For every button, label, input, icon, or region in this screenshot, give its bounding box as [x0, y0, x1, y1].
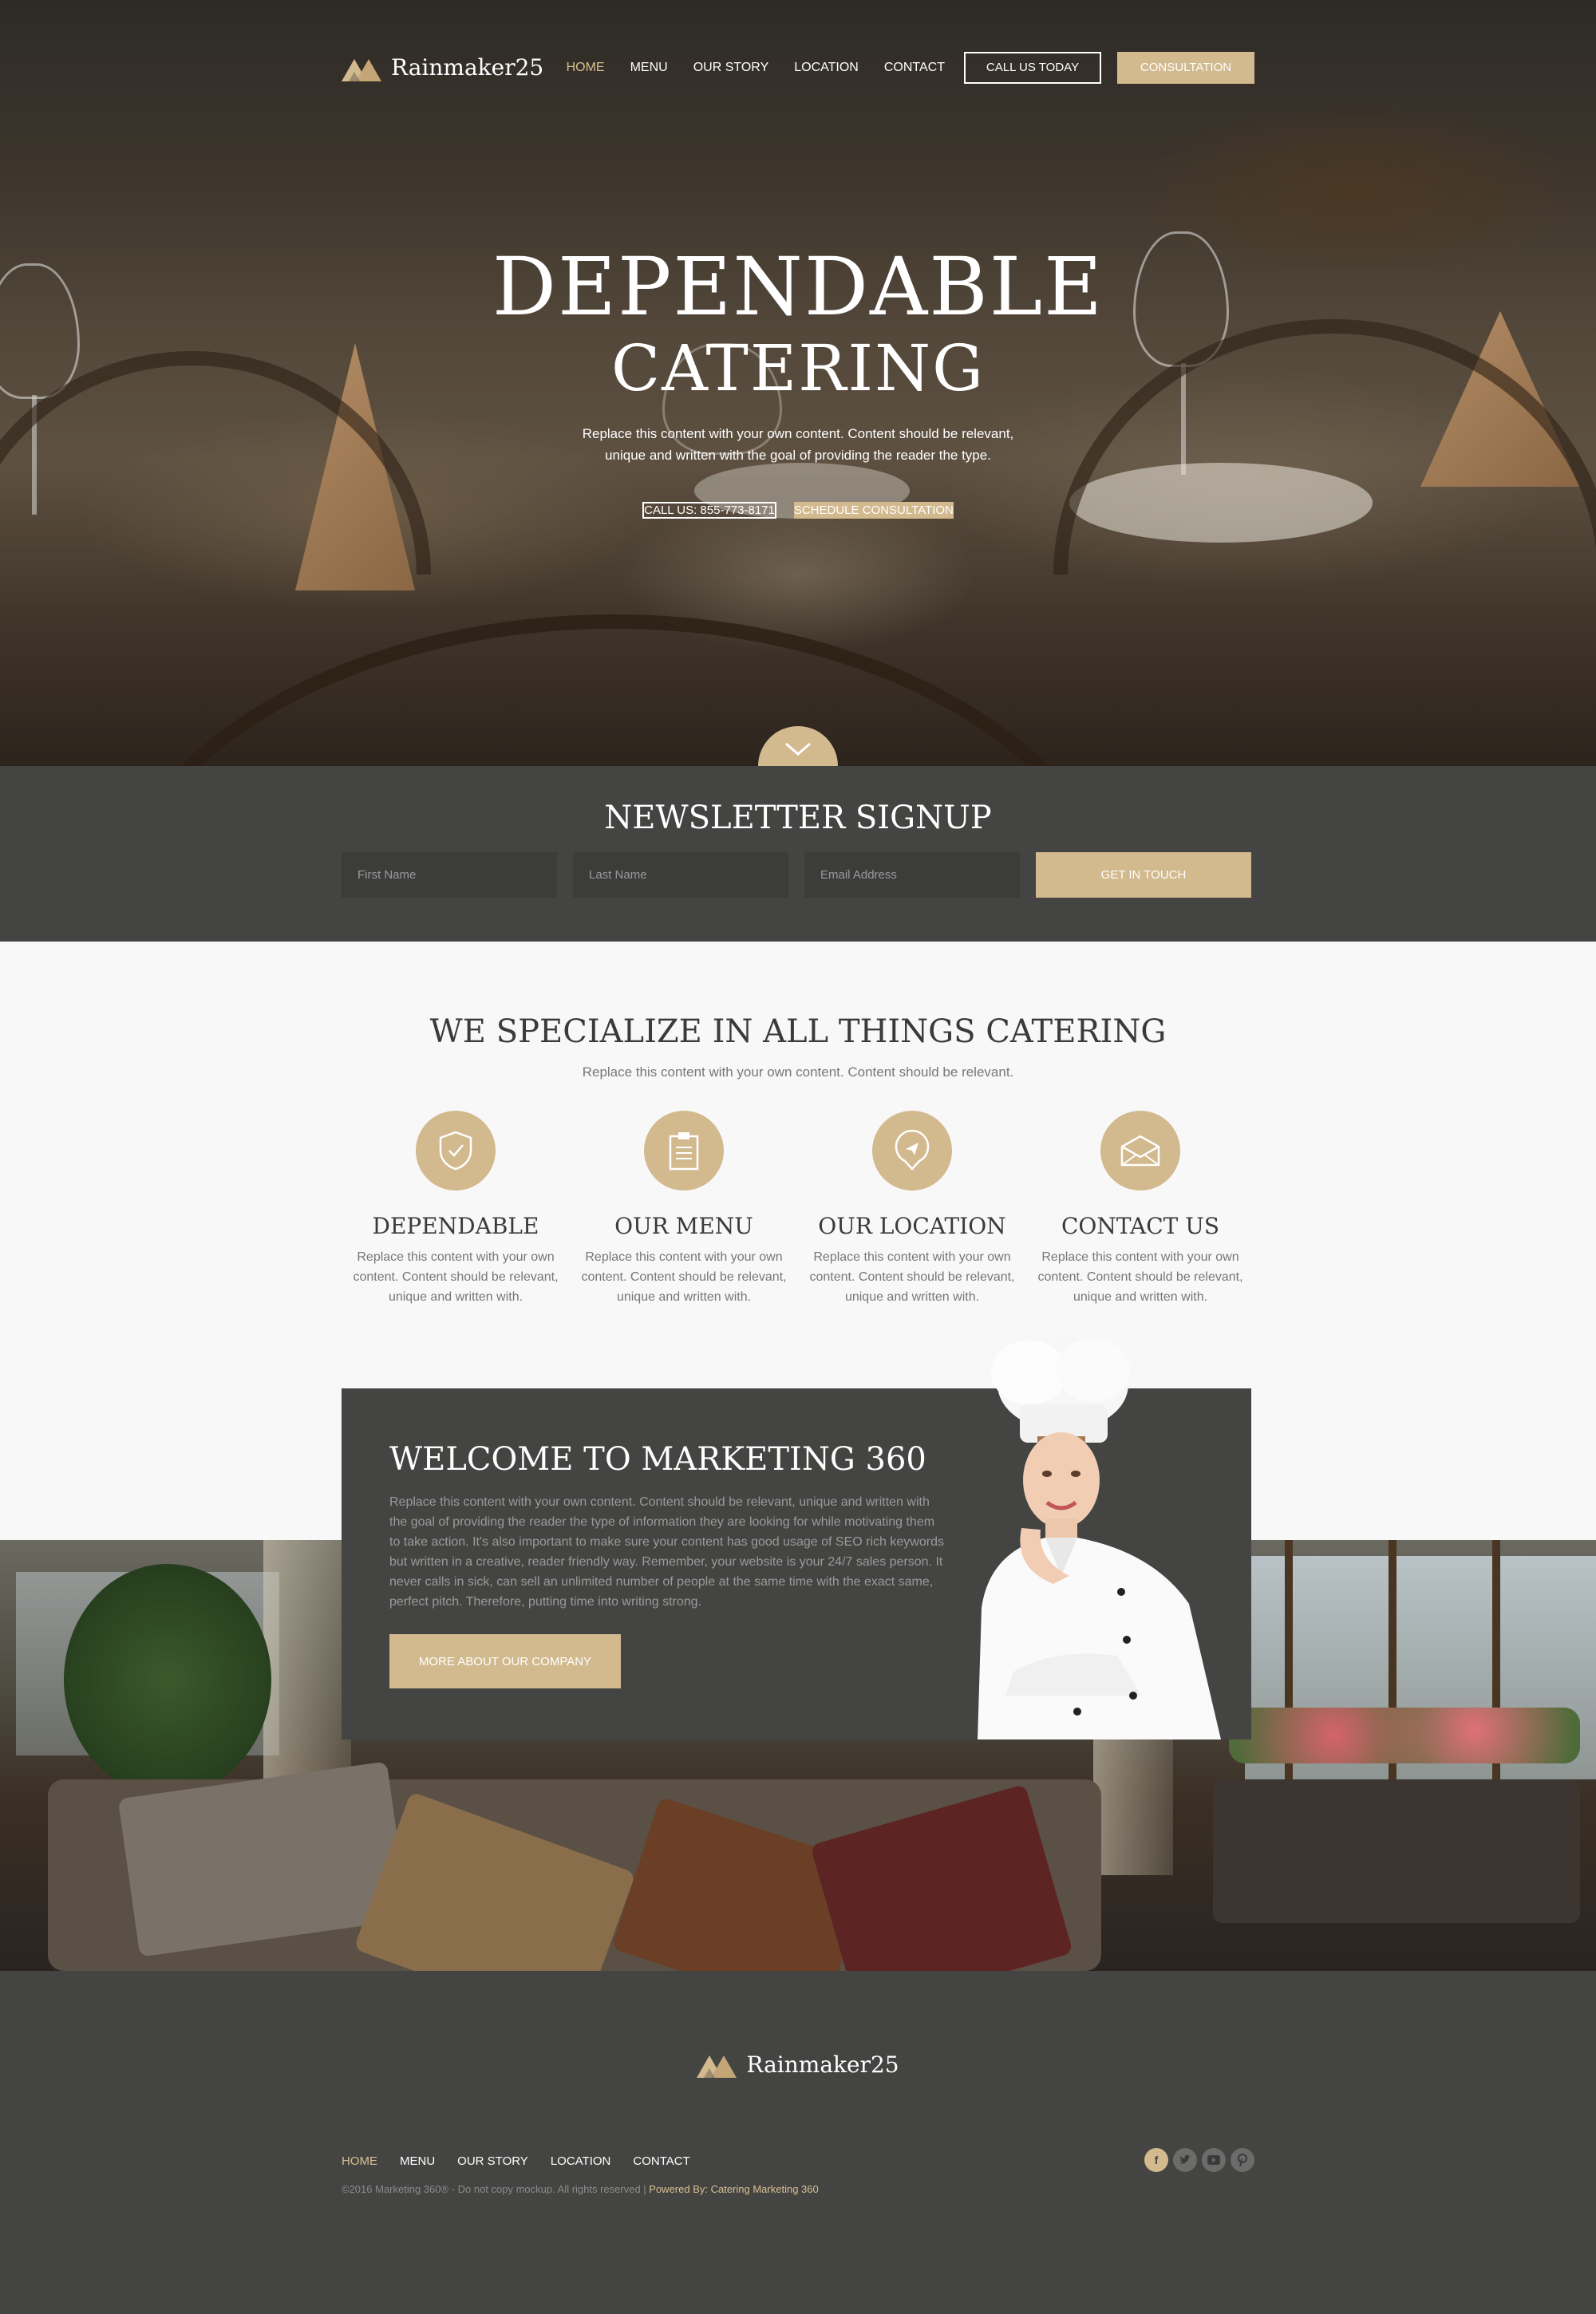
brand-name: Rainmaker25: [391, 54, 544, 81]
newsletter-section: NEWSLETTER SIGNUP First Name Last Name E…: [0, 766, 1596, 942]
copyright-label: ©2016 Marketing 360® - Do not copy mocku…: [342, 2183, 650, 2195]
hero-section: Rainmaker25 HOME MENU OUR STORY LOCATION…: [0, 0, 1596, 766]
footer-nav-contact[interactable]: CONTACT: [633, 2154, 689, 2168]
footer-brand-logo[interactable]: Rainmaker25: [697, 2051, 899, 2078]
envelope-icon: [1100, 1111, 1180, 1191]
newsletter-title: NEWSLETTER SIGNUP: [604, 800, 992, 836]
welcome-title: WELCOME TO MARKETING 360: [389, 1441, 926, 1478]
nav-item-location[interactable]: LOCATION: [794, 61, 859, 75]
email-field[interactable]: Email Address: [804, 852, 1020, 898]
feature-dependable: DEPENDABLE Replace this content with you…: [342, 1111, 570, 1307]
shield-icon: [416, 1111, 496, 1191]
facebook-icon[interactable]: f: [1144, 2148, 1168, 2172]
top-navigation: Rainmaker25 HOME MENU OUR STORY LOCATION…: [342, 49, 1254, 85]
footer-logo: Rainmaker25: [0, 2051, 1596, 2078]
powered-by-link[interactable]: Powered By: Catering Marketing 360: [649, 2183, 818, 2195]
call-us-phone-button[interactable]: CALL US: 855-773-8171: [642, 502, 776, 519]
specialize-subtitle: Replace this content with your own conte…: [582, 1064, 1014, 1080]
feature-our-location: OUR LOCATION Replace this content with y…: [798, 1111, 1026, 1307]
nav-item-contact[interactable]: CONTACT: [884, 61, 945, 75]
brand-logo[interactable]: Rainmaker25: [342, 54, 543, 81]
clipboard-icon: [644, 1111, 724, 1191]
feature-our-menu: OUR MENU Replace this content with your …: [570, 1111, 798, 1307]
feature-title: OUR MENU: [614, 1213, 753, 1239]
nav-item-home[interactable]: HOME: [567, 61, 605, 75]
footer-nav-our-story[interactable]: OUR STORY: [457, 2154, 528, 2168]
logo-mark-icon: [697, 2051, 741, 2078]
nav-links: HOME MENU OUR STORY LOCATION CONTACT: [567, 61, 945, 75]
last-name-field[interactable]: Last Name: [573, 852, 788, 898]
chevron-down-icon: [784, 742, 812, 766]
nav-item-our-story[interactable]: OUR STORY: [693, 61, 769, 75]
specialize-title: WE SPECIALIZE IN ALL THINGS CATERING: [429, 1013, 1167, 1050]
hero-text: Replace this content with your own conte…: [582, 426, 1014, 463]
hero-title-line2: CATERING: [610, 331, 986, 405]
hero-content: DEPENDABLE CATERING Replace this content…: [0, 247, 1596, 519]
footer: Rainmaker25 HOME MENU OUR STORY LOCATION…: [0, 1971, 1596, 2314]
feature-text: Replace this content with your own conte…: [353, 1250, 559, 1304]
feature-title: DEPENDABLE: [372, 1213, 539, 1239]
consultation-button[interactable]: CONSULTATION: [1117, 51, 1254, 84]
pinterest-icon[interactable]: [1231, 2148, 1254, 2172]
feature-title: CONTACT US: [1061, 1213, 1220, 1239]
plant-image: [64, 1564, 271, 1795]
flower-box-image: [1229, 1708, 1580, 1763]
nav-item-menu[interactable]: MENU: [630, 61, 668, 75]
feature-title: OUR LOCATION: [818, 1213, 1006, 1239]
feature-text: Replace this content with your own conte…: [809, 1250, 1015, 1304]
hero-buttons: CALL US: 855-773-8171 SCHEDULE CONSULTAT…: [0, 502, 1596, 519]
chair-image: [1213, 1779, 1580, 1923]
youtube-icon[interactable]: [1202, 2148, 1226, 2172]
footer-nav: HOME MENU OUR STORY LOCATION CONTACT: [342, 2154, 690, 2168]
hero-title-line1: DEPENDABLE: [492, 240, 1104, 334]
copyright-text: ©2016 Marketing 360® - Do not copy mocku…: [342, 2183, 819, 2195]
footer-nav-menu[interactable]: MENU: [400, 2154, 435, 2168]
get-in-touch-button[interactable]: GET IN TOUCH: [1036, 852, 1251, 898]
social-links: f: [1144, 2148, 1254, 2172]
footer-nav-location[interactable]: LOCATION: [551, 2154, 611, 2168]
feature-text: Replace this content with your own conte…: [581, 1250, 787, 1304]
feature-text: Replace this content with your own conte…: [1037, 1250, 1243, 1304]
logo-mark-icon: [342, 54, 386, 81]
more-about-company-button[interactable]: MORE ABOUT OUR COMPANY: [389, 1634, 621, 1688]
call-us-today-button[interactable]: CALL US TODAY: [964, 51, 1101, 84]
schedule-consultation-button[interactable]: SCHEDULE CONSULTATION: [793, 502, 954, 519]
newsletter-form: First Name Last Name Email Address GET I…: [342, 852, 1251, 898]
footer-brand-name: Rainmaker25: [746, 2051, 899, 2078]
twitter-icon[interactable]: [1173, 2148, 1197, 2172]
features-list: DEPENDABLE Replace this content with you…: [342, 1111, 1254, 1307]
location-pin-icon: [872, 1111, 952, 1191]
feature-contact-us: CONTACT US Replace this content with you…: [1026, 1111, 1254, 1307]
chair-image: [96, 614, 1133, 766]
chef-image: [958, 1321, 1233, 1739]
welcome-text: Replace this content with your own conte…: [389, 1495, 944, 1609]
footer-nav-home[interactable]: HOME: [342, 2154, 377, 2168]
first-name-field[interactable]: First Name: [342, 852, 557, 898]
